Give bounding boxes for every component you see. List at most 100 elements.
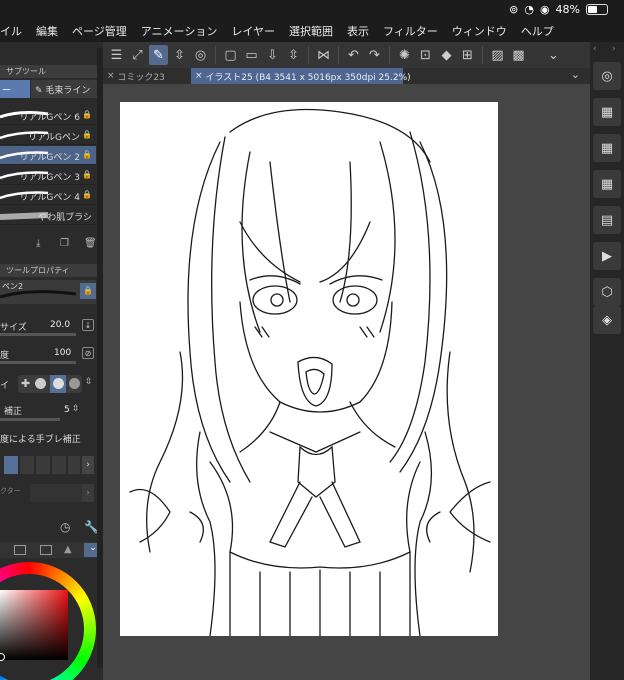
swatch-empty[interactable] <box>20 456 34 474</box>
download-icon[interactable]: ⤓ <box>36 238 48 250</box>
tab-close-icon[interactable]: × <box>195 71 203 81</box>
shape-row: イ ✚ ⇳ <box>0 374 96 396</box>
redo-icon[interactable]: ↷ <box>365 45 384 65</box>
subtool-tab-hair-label: 毛束ライン <box>45 86 91 96</box>
menu-icon[interactable]: ☰ <box>107 45 126 65</box>
toolbar-divider <box>215 46 216 64</box>
resize-icon[interactable]: ⤢ <box>128 45 147 65</box>
chevron-right-icon[interactable]: › <box>612 44 616 54</box>
speed-stabilizer-row: 度による手ブレ補正 <box>0 430 96 450</box>
animation-icon[interactable]: ▶ <box>593 242 621 270</box>
chevron-updown-icon[interactable]: ⇳ <box>85 377 93 387</box>
menu-edit[interactable]: 編集 <box>36 23 58 39</box>
subtool-tab-hair[interactable]: ✎ 毛束ライン <box>31 80 97 98</box>
shape-blur-icon[interactable] <box>69 378 80 389</box>
chevron-down-icon[interactable]: ⌄ <box>571 68 580 81</box>
brush-item-soft[interactable]: やわ肌ブラシ <box>0 206 96 225</box>
layer-panel-icon[interactable]: ▦ <box>593 98 621 126</box>
sketch-drawing <box>129 108 491 636</box>
opacity-value[interactable]: 100 <box>54 348 71 358</box>
navigator-icon[interactable]: ◎ <box>593 62 621 90</box>
chevron-updown-icon[interactable]: ⇳ <box>72 404 80 414</box>
brush-name: やわ肌ブラシ <box>38 213 92 223</box>
size-slider[interactable] <box>0 333 76 336</box>
trash-icon[interactable]: 🗑 <box>84 238 97 250</box>
brush-item-g2[interactable]: リアルGペン 2 🔒 <box>0 146 96 165</box>
pressure-icon[interactable]: ↓ <box>82 319 94 331</box>
chevron-right-icon[interactable]: › <box>82 484 94 502</box>
brush-item-g[interactable]: リアルGペン 🔒 <box>0 126 96 145</box>
target-icon[interactable]: ◎ <box>191 45 210 65</box>
undo-icon[interactable]: ↶ <box>344 45 363 65</box>
size-value[interactable]: 20.0 <box>50 320 70 330</box>
color-square[interactable] <box>0 590 68 660</box>
menu-file[interactable]: イル <box>0 23 22 39</box>
slash-icon[interactable]: ⊘ <box>82 347 94 359</box>
menu-page[interactable]: ページ管理 <box>72 23 127 39</box>
shape-cross-icon[interactable]: ✚ <box>21 377 30 390</box>
transform-icon[interactable]: ⊞ <box>458 45 477 65</box>
layer-property-icon[interactable]: ▤ <box>593 206 621 234</box>
vector-options[interactable] <box>30 484 82 502</box>
select-all-icon[interactable]: ▨ <box>488 45 507 65</box>
stabilizer-slider[interactable] <box>0 418 60 421</box>
swatch-empty[interactable] <box>52 456 66 474</box>
menu-help[interactable]: ヘルプ <box>521 23 554 39</box>
lock-icon: 🔒 <box>82 170 92 179</box>
material-icon[interactable]: ▦ <box>593 134 621 162</box>
menu-selection[interactable]: 選択範囲 <box>289 23 333 39</box>
opacity-row: 度 100 ⊘ <box>0 346 96 366</box>
timeline-icon[interactable]: ▦ <box>593 170 621 198</box>
subtool-tab-active[interactable]: ー <box>0 80 30 98</box>
tab-close-icon[interactable]: × <box>107 71 115 81</box>
fill-icon[interactable]: ◆ <box>437 45 456 65</box>
menu-view[interactable]: 表示 <box>347 23 369 39</box>
tool-property-header: ツールプロパティ <box>0 264 103 277</box>
menu-layer[interactable]: レイヤー <box>231 23 275 39</box>
layers-icon[interactable]: ◈ <box>593 306 621 334</box>
brush-item-g4[interactable]: リアルGペン 4 🔒 <box>0 186 96 205</box>
swatch-selected[interactable] <box>4 456 18 474</box>
chevron-down-icon[interactable]: ⌄ <box>544 45 563 65</box>
battery-text: 48% <box>555 3 580 16</box>
tab-label: コミック23 <box>117 72 165 83</box>
current-brush-row[interactable]: ペン2 🔒 <box>0 280 96 304</box>
brush-item-g6[interactable]: リアルGペン 6 🔒 <box>0 106 96 125</box>
opacity-slider[interactable] <box>0 361 76 364</box>
brush-item-g3[interactable]: リアルGペン 3 🔒 <box>0 166 96 185</box>
stabilizer-value[interactable]: 5 <box>64 405 70 415</box>
duplicate-icon[interactable]: ❐ <box>60 238 72 250</box>
swatch-empty[interactable] <box>36 456 50 474</box>
chevron-right-icon[interactable]: › <box>82 456 94 474</box>
drawing-canvas[interactable] <box>120 102 498 636</box>
chevron-updown-icon[interactable]: ⇳ <box>170 45 189 65</box>
flip-icon[interactable]: ⋈ <box>314 45 333 65</box>
lock-icon[interactable]: 🔒 <box>80 283 96 299</box>
menu-filter[interactable]: フィルター <box>383 23 438 39</box>
gear-icon[interactable]: ✺ <box>395 45 414 65</box>
tab-illust25[interactable]: × イラスト25 (B4 3541 x 5016px 350dpi 25.2%) <box>191 68 411 84</box>
new-page-icon[interactable]: ▢ <box>221 45 240 65</box>
shape-circle-icon[interactable] <box>35 378 46 389</box>
3d-icon[interactable]: ⬡ <box>593 278 621 306</box>
shape-soft-dot <box>53 378 64 389</box>
menu-window[interactable]: ウィンドウ <box>452 23 507 39</box>
clear-icon[interactable]: ⊡ <box>416 45 435 65</box>
chevron-updown-icon[interactable]: ⇳ <box>284 45 303 65</box>
save-icon[interactable]: ⇩ <box>263 45 282 65</box>
triangle-icon[interactable]: ▲ <box>64 544 72 555</box>
color-set-icon[interactable] <box>14 545 26 555</box>
deselect-icon[interactable]: ▩ <box>509 45 528 65</box>
tab-comic23[interactable]: × コミック23 <box>103 68 191 84</box>
size-label: サイズ <box>0 323 27 333</box>
reset-icon[interactable]: ◷ <box>60 520 70 534</box>
right-panel: ‹ › ◎ ▦ ▦ ▦ ▤ ▶ ⬡ ◈ <box>590 42 624 680</box>
folder-icon[interactable]: ▭ <box>242 45 261 65</box>
color-swatch-row: › <box>0 454 96 476</box>
toolbar-divider <box>338 46 339 64</box>
color-history-icon[interactable] <box>40 545 52 555</box>
draw-mode-icon[interactable]: ✎ <box>149 45 168 65</box>
swatch-empty[interactable] <box>68 456 80 474</box>
chevron-left-icon[interactable]: ‹ <box>593 44 597 54</box>
menu-animation[interactable]: アニメーション <box>141 23 218 39</box>
